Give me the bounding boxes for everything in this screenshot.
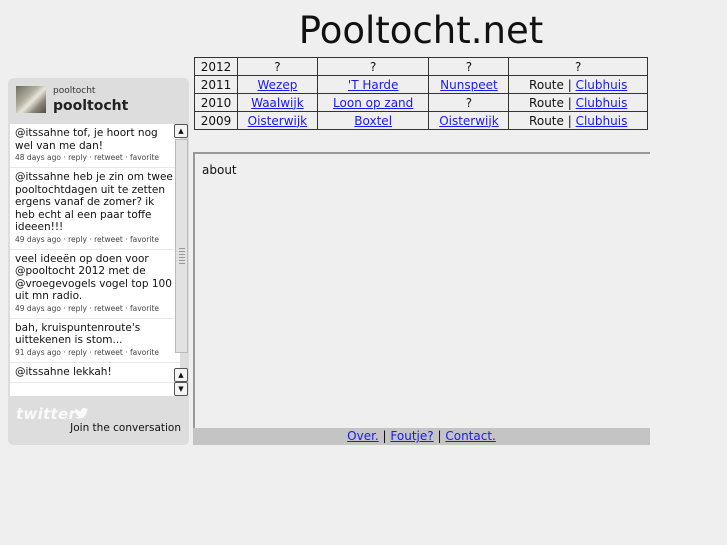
location-link[interactable]: 'T Harde [348,78,399,92]
location-link[interactable]: Waalwijk [251,96,304,110]
location-link[interactable]: Wezep [257,78,297,92]
footer-bar: Over. | Foutje? | Contact. [193,428,650,445]
twitter-logo[interactable]: twitter [16,405,76,423]
scrollbar-grip[interactable] [179,246,185,264]
twitter-bird-icon [75,408,88,419]
scroll-up-arrow-icon[interactable]: ▲ [174,124,188,138]
table-row: 2011 Wezep 'T Harde Nunspeet Route | Clu… [194,75,648,94]
location-link[interactable]: Boxtel [354,114,392,128]
clubhuis-link[interactable]: Clubhuis [576,78,628,92]
separator: | [437,429,442,443]
location-cell: ? [428,57,510,76]
twitter-screen-name[interactable]: pooltocht [53,86,95,96]
twitter-widget: pooltocht pooltocht @itssahne tof, je ho… [8,78,189,445]
location-cell: Loon op zand [316,93,430,112]
year-cell: 2012 [194,57,238,76]
site-title: Pooltocht.net [298,9,544,52]
route-label: Route [529,95,564,110]
twitter-display-name[interactable]: pooltocht [53,98,128,114]
table-row: 2010 Waalwijk Loon op zand ? Route | Clu… [194,93,648,112]
clubhuis-link[interactable]: Clubhuis [576,114,628,128]
route-cell: Route | Clubhuis [508,75,648,94]
route-label: Route [529,113,564,128]
join-conversation-link[interactable]: Join the conversation [70,422,181,434]
location-cell: Oisterwijk [428,111,510,130]
location-link[interactable]: Nunspeet [440,78,498,92]
tweet-feed[interactable]: @itssahne tof, je hoort nog wel van me d… [10,124,180,396]
avatar[interactable] [16,86,46,113]
scroll-down-arrow-icon[interactable]: ▼ [174,382,188,396]
tweet-item: @itssahne tof, je hoort nog wel van me d… [10,124,180,168]
location-cell: Boxtel [316,111,430,130]
route-cell: Route | Clubhuis [508,111,648,130]
tweet-meta[interactable]: 91 days ago · reply · retweet · favorite [15,348,176,358]
location-cell: Nunspeet [428,75,510,94]
year-cell: 2011 [194,75,238,94]
clubhuis-link[interactable]: Clubhuis [576,96,628,110]
location-cell: Oisterwijk [236,111,318,130]
tour-table: 2012 ? ? ? ? 2011 Wezep 'T Harde Nunspee… [194,57,648,130]
twitter-header: pooltocht pooltocht [8,78,189,122]
year-cell: 2009 [194,111,238,130]
tweet-text: @itssahne heb je zin om twee pooltochtda… [15,171,173,233]
separator: | [382,429,387,443]
separator: | [567,77,572,92]
tweet-item: @itssahne lekkah! [10,363,180,383]
table-row: 2012 ? ? ? ? [194,57,648,76]
separator: | [567,95,572,110]
location-cell: ? [236,57,318,76]
location-cell: ? [428,93,510,112]
feed-scrollbar[interactable]: ▲ ▲ ▼ [174,124,188,396]
tweet-meta[interactable]: 49 days ago · reply · retweet · favorite [15,304,176,314]
year-cell: 2010 [194,93,238,112]
over-link[interactable]: Over. [347,429,379,443]
separator: | [567,113,572,128]
contact-link[interactable]: Contact. [445,429,496,443]
tweet-item: @itssahne heb je zin om twee pooltochtda… [10,168,180,250]
tweet-text: bah, kruispuntenroute's uittekenen is st… [15,321,141,347]
about-text: about [202,163,237,177]
location-cell: 'T Harde [316,75,430,94]
location-link[interactable]: Oisterwijk [248,114,307,128]
tweet-meta[interactable]: 49 days ago · reply · retweet · favorite [15,235,176,245]
location-link[interactable]: Loon op zand [333,96,413,110]
scrollbar-track[interactable] [175,139,188,353]
tweet-text: @itssahne lekkah! [15,365,112,378]
tweet-text: @itssahne tof, je hoort nog wel van me d… [15,127,158,152]
route-cell: Route | Clubhuis [508,93,648,112]
tweet-text: veel ideeën op doen voor @pooltocht 2012… [15,252,172,303]
tweet-item: veel ideeën op doen voor @pooltocht 2012… [10,250,180,319]
location-cell: ? [316,57,430,76]
location-cell: Waalwijk [236,93,318,112]
location-link[interactable]: Oisterwijk [439,114,498,128]
route-cell: ? [508,57,648,76]
foutje-link[interactable]: Foutje? [390,429,433,443]
location-cell: Wezep [236,75,318,94]
table-row: 2009 Oisterwijk Boxtel Oisterwijk Route … [194,111,648,130]
route-label: Route [529,77,564,92]
scroll-up-arrow-icon[interactable]: ▲ [174,368,188,382]
content-panel: about [193,152,650,428]
tweet-item: bah, kruispuntenroute's uittekenen is st… [10,319,180,363]
tweet-meta[interactable]: 48 days ago · reply · retweet · favorite [15,153,176,163]
